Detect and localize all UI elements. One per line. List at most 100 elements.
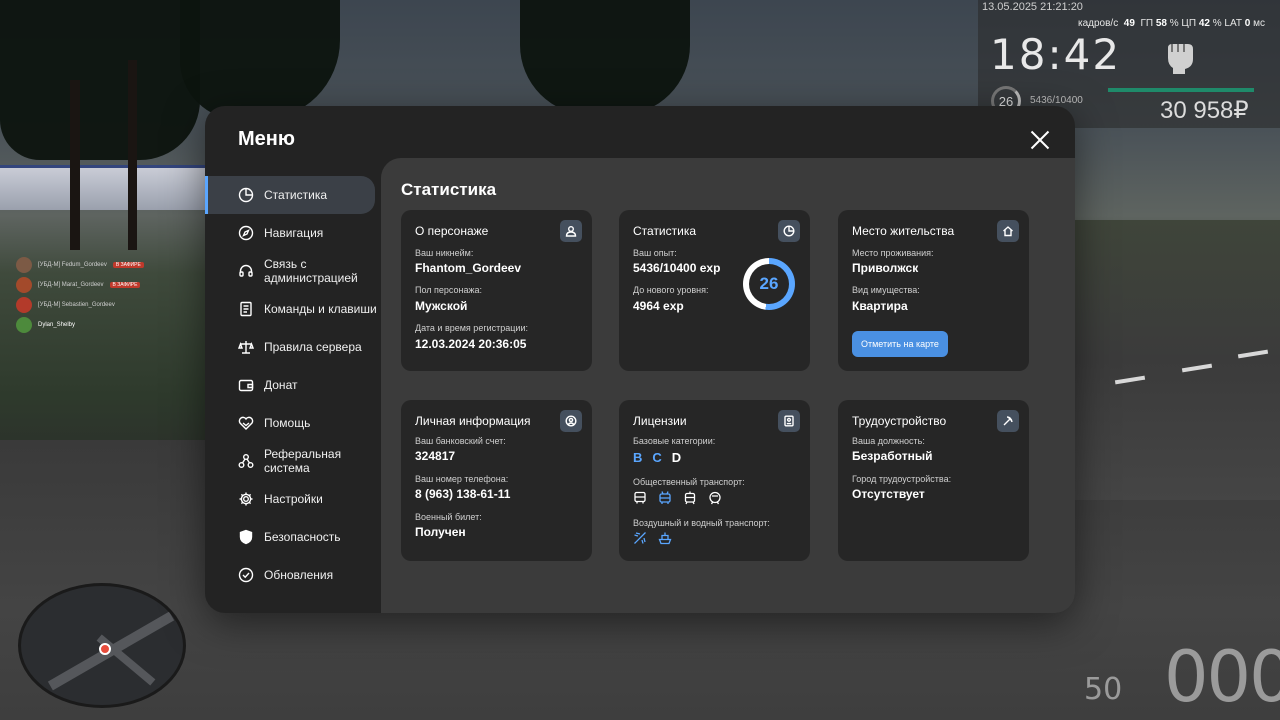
level-progress-ring: 26 — [743, 258, 795, 310]
headset-icon — [238, 263, 254, 279]
shield-icon — [238, 529, 254, 545]
hud-performance: кадров/с 49 ГП 58 % ЦП 42 % LAT 0 мс — [1078, 18, 1265, 29]
background-trunk — [70, 80, 80, 250]
military-value: Получен — [415, 525, 466, 539]
fuel-level: 50 — [1084, 672, 1123, 707]
card-statistics: Статистика Ваш опыт: 5436/10400 exp До н… — [619, 210, 810, 371]
network-icon — [238, 453, 254, 469]
level-value: 26 — [749, 264, 789, 304]
phone-value: 8 (963) 138-61-11 — [415, 487, 511, 501]
document-icon — [238, 301, 254, 317]
avatar — [16, 257, 32, 273]
avatar — [16, 297, 32, 313]
pie-chart-icon — [238, 187, 254, 203]
military-label: Военный билет: — [415, 512, 482, 522]
position-value: Безработный — [852, 449, 933, 463]
menu-title: Меню — [238, 128, 295, 150]
phone-label: Ваш номер телефона: — [415, 474, 509, 484]
sidebar-item-donate[interactable]: Донат — [205, 366, 381, 404]
employment-city-label: Город трудоустройства: — [852, 474, 952, 484]
background-field — [1075, 220, 1280, 500]
base-categories-label: Базовые категории: — [633, 436, 716, 446]
position-label: Ваша должность: — [852, 436, 925, 446]
residence-label: Место проживания: — [852, 248, 934, 258]
sidebar-item-label: Навигация — [264, 226, 324, 240]
background-tree — [0, 0, 200, 160]
sidebar-item-label: Команды и клавиши — [264, 302, 377, 316]
hud-health-bar — [1108, 88, 1254, 92]
bank-value: 324817 — [415, 449, 456, 463]
plane-icon — [633, 531, 647, 545]
avatar — [16, 277, 32, 293]
license-category-c: C — [652, 450, 662, 465]
sidebar-item-label: Настройки — [264, 492, 323, 506]
boat-icon — [658, 531, 672, 545]
gear-icon — [238, 491, 254, 507]
sidebar-item-help[interactable]: Помощь — [205, 404, 381, 442]
tram-icon — [683, 491, 697, 505]
trolleybus-icon — [658, 491, 672, 505]
hud-clock: 18:42 — [990, 30, 1122, 79]
sidebar-item-settings[interactable]: Настройки — [205, 480, 381, 518]
air-water-transport-icons — [633, 531, 672, 545]
employment-city-value: Отсутствует — [852, 487, 925, 501]
sidebar-item-label: Безопасность — [264, 530, 341, 544]
sidebar-item-navigation[interactable]: Навигация — [205, 214, 381, 252]
sidebar-item-label: Правила сервера — [264, 340, 362, 354]
chat-line: [УБД-М] Marat_Gordeev В ЗАФИРЕ — [16, 277, 141, 293]
card-title: Трудоустройство — [852, 414, 947, 428]
bus-icon — [633, 491, 647, 505]
gender-value: Мужской — [415, 299, 468, 313]
menu-window: Меню Статистика Навигация Связь с админи… — [205, 106, 1075, 613]
sidebar-item-label: Помощь — [264, 416, 311, 430]
bank-label: Ваш банковский счет: — [415, 436, 506, 446]
close-icon[interactable] — [1028, 128, 1052, 152]
hud-exp: 5436/10400 — [1030, 95, 1083, 106]
property-value: Квартира — [852, 299, 908, 313]
public-transport-icons — [633, 491, 722, 505]
user-icon — [560, 220, 582, 242]
card-residence: Место жительства Место проживания: Приво… — [838, 210, 1029, 371]
sidebar-item-statistics[interactable]: Статистика — [205, 176, 375, 214]
scales-icon — [237, 339, 255, 355]
sidebar-item-rules[interactable]: Правила сервера — [205, 328, 381, 366]
card-title: Личная информация — [415, 414, 531, 428]
card-title: Статистика — [633, 224, 697, 238]
compass-icon — [238, 225, 254, 241]
sidebar-item-label: Статистика — [264, 188, 328, 202]
metro-icon — [708, 491, 722, 505]
sidebar-item-referral[interactable]: Реферальная система — [205, 442, 381, 480]
sidebar-item-label: Связь с администрацией — [264, 257, 358, 285]
card-licenses: Лицензии Базовые категории: B C D Общест… — [619, 400, 810, 561]
id-card-icon — [778, 410, 800, 432]
nickname-value: Fhantom_Gordeev — [415, 261, 522, 275]
license-categories: B C D — [633, 450, 681, 465]
page-title: Статистика — [401, 180, 497, 199]
avatar — [16, 317, 32, 333]
card-title: Место жительства — [852, 224, 955, 238]
mark-on-map-button[interactable]: Отметить на карте — [852, 331, 948, 357]
air-water-transport-label: Воздушный и водный транспорт: — [633, 518, 770, 528]
fist-icon — [1162, 34, 1198, 74]
sidebar-item-commands[interactable]: Команды и клавиши — [205, 290, 381, 328]
chat-line: [УБД-М] Sebastien_Gordeev — [16, 297, 115, 313]
exp-value: 5436/10400 exp — [633, 261, 721, 275]
sidebar: Статистика Навигация Связь с администрац… — [205, 176, 381, 594]
wallet-icon — [238, 377, 254, 393]
background-train — [0, 165, 205, 210]
heart-handshake-icon — [238, 415, 254, 431]
sidebar-item-security[interactable]: Безопасность — [205, 518, 381, 556]
minimap[interactable] — [18, 583, 186, 708]
speedometer: 000 — [1164, 636, 1280, 718]
license-category-d: D — [671, 450, 682, 465]
background-tree — [520, 0, 690, 115]
hud-date: 13.05.2025 21:21:20 — [982, 1, 1083, 13]
sidebar-item-updates[interactable]: Обновления — [205, 556, 381, 594]
public-transport-label: Общественный транспорт: — [633, 477, 745, 487]
chat-line: [УБД-М] Fedum_Gordeev В ЗАФИРЕ — [16, 257, 144, 273]
next-level-value: 4964 exp — [633, 299, 684, 313]
registration-label: Дата и время регистрации: — [415, 323, 528, 333]
sidebar-item-admin-contact[interactable]: Связь с администрацией — [205, 252, 381, 290]
pickaxe-icon — [997, 410, 1019, 432]
exp-label: Ваш опыт: — [633, 248, 677, 258]
